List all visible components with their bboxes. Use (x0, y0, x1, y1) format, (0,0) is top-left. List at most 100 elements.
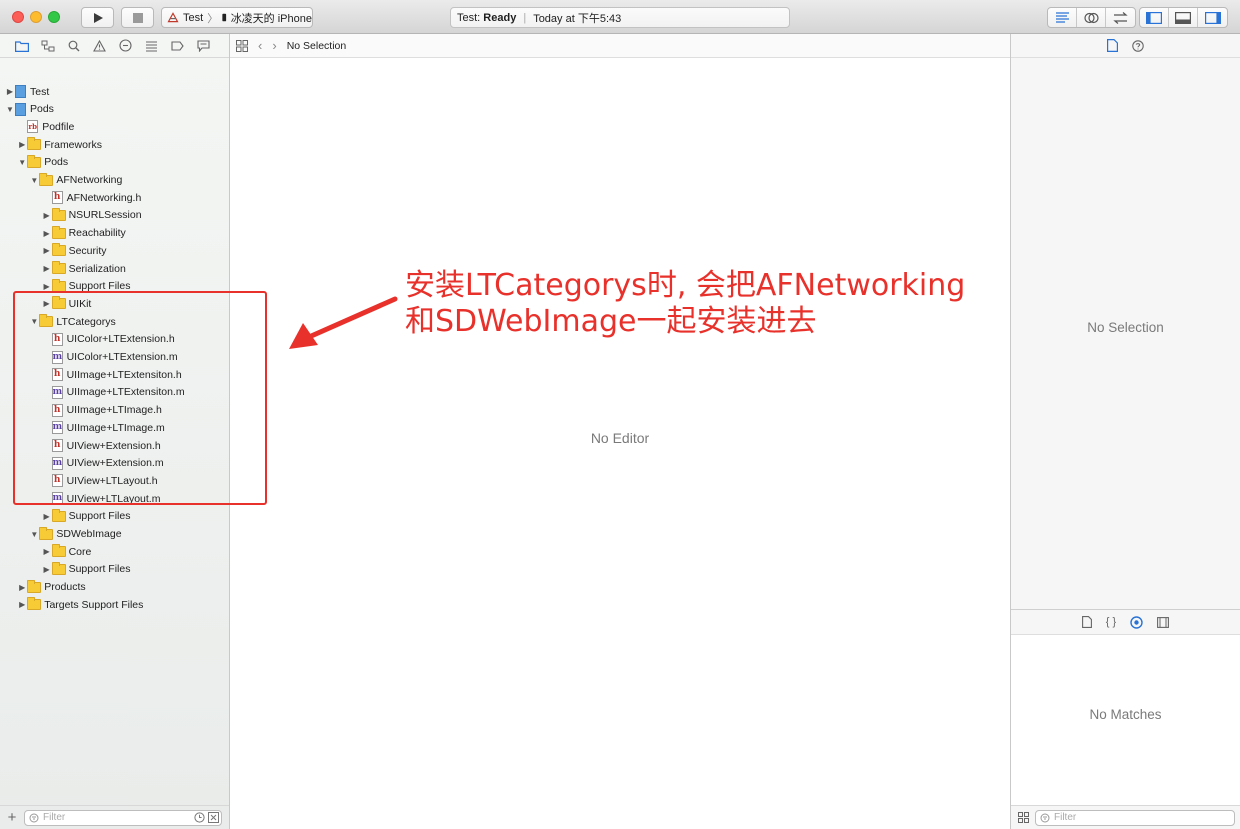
disclosure-collapsed-icon[interactable]: ▶ (42, 547, 52, 556)
toggle-navigator-button[interactable] (1140, 8, 1169, 27)
tree-row[interactable]: rb Podfile (0, 118, 229, 135)
object-library-circle-icon[interactable] (1130, 615, 1143, 629)
folder-icon (27, 597, 42, 611)
tree-row[interactable]: ▼ Pods (0, 154, 229, 171)
report-navigator-chat-icon[interactable] (196, 38, 211, 53)
tree-row[interactable]: ▶ NSURLSession (0, 207, 229, 224)
tree-row[interactable]: ▶ Frameworks (0, 136, 229, 153)
disclosure-collapsed-icon[interactable]: ▶ (17, 600, 27, 609)
activity-viewer: Test: Ready | Today at 下午5:43 (450, 7, 790, 28)
library-filter-bar: Filter (1011, 805, 1240, 829)
toggle-debug-area-button[interactable] (1169, 8, 1198, 27)
version-editor-button[interactable] (1106, 8, 1135, 27)
tree-row[interactable]: ▶ Security (0, 242, 229, 259)
run-button[interactable] (81, 7, 114, 28)
annotation-text: 安装LTCategorys时, 会把AFNetworking 和SDWebIma… (405, 268, 965, 340)
debug-navigator-list-icon[interactable] (144, 38, 159, 53)
folder-icon (51, 561, 66, 575)
left-panel-icon (1146, 11, 1162, 24)
tree-row[interactable]: ▼ Pods (0, 101, 229, 118)
recent-files-clock-icon[interactable] (194, 812, 205, 823)
inspector-selector-bar (1011, 34, 1240, 58)
annotation-arrow-icon (289, 296, 398, 349)
annotation-line-1: 安装LTCategorys时, 会把AFNetworking (405, 268, 966, 303)
disclosure-collapsed-icon[interactable]: ▶ (42, 512, 52, 521)
library-filter-input[interactable]: Filter (1035, 809, 1235, 826)
disclosure-expanded-icon[interactable]: ▼ (17, 158, 27, 167)
tree-row-label: Support Files (68, 510, 131, 523)
tree-row-label: Test (30, 85, 50, 98)
related-items-grid-icon[interactable] (236, 39, 248, 52)
tree-row[interactable]: ▶ Core (0, 543, 229, 560)
jump-bar-label: No Selection (286, 39, 347, 52)
file-inspector-icon[interactable] (1107, 39, 1118, 52)
zoom-window-button[interactable] (48, 11, 60, 23)
stop-button[interactable] (121, 7, 154, 28)
symbol-navigator-icon[interactable] (40, 38, 55, 53)
folder-icon (51, 544, 66, 558)
tree-row[interactable]: ▶ Targets Support Files (0, 596, 229, 613)
project-navigator-folder-icon[interactable] (14, 38, 29, 53)
iphone-icon (222, 13, 227, 22)
scheme-selector[interactable]: Test 〉 冰凌天的 iPhone (161, 7, 313, 28)
tree-row[interactable]: h AFNetworking.h (0, 189, 229, 206)
quick-help-question-icon[interactable] (1132, 39, 1144, 52)
tree-row[interactable]: ▶ Support Files (0, 561, 229, 578)
disclosure-collapsed-icon[interactable]: ▶ (42, 565, 52, 574)
folder-icon (27, 137, 42, 151)
disclosure-collapsed-icon[interactable]: ▶ (42, 211, 52, 220)
find-navigator-search-icon[interactable] (66, 38, 81, 53)
play-icon (93, 12, 103, 23)
tree-row[interactable]: ▶ Reachability (0, 225, 229, 242)
modified-files-icon[interactable] (208, 812, 219, 823)
tree-row-label: Core (68, 545, 92, 558)
tree-row[interactable]: ▶ Serialization (0, 260, 229, 277)
file-template-library-icon[interactable] (1081, 616, 1092, 628)
disclosure-collapsed-icon[interactable]: ▶ (42, 264, 52, 273)
library-grid-view-icon[interactable] (1011, 812, 1035, 823)
standard-editor-icon (1055, 12, 1069, 23)
tree-row-label: Frameworks (44, 138, 102, 151)
editor-area: ‹ › No Selection No Editor (230, 34, 1010, 829)
disclosure-collapsed-icon[interactable]: ▶ (42, 229, 52, 238)
version-editor-icon (1113, 11, 1128, 24)
forward-chevron-icon[interactable]: › (272, 38, 276, 53)
folder-icon (51, 243, 66, 257)
back-chevron-icon[interactable]: ‹ (258, 38, 262, 53)
folder-icon (27, 579, 42, 593)
assistant-editor-button[interactable] (1077, 8, 1106, 27)
disclosure-collapsed-icon[interactable]: ▶ (5, 87, 15, 96)
disclosure-collapsed-icon[interactable]: ▶ (42, 282, 52, 291)
tree-row[interactable]: ▶ Products (0, 579, 229, 596)
tree-row-label: Security (68, 244, 107, 257)
code-snippet-library-braces-icon[interactable]: { } (1106, 616, 1116, 628)
bottom-panel-icon (1175, 11, 1191, 24)
library-no-matches-label: No Matches (1089, 707, 1162, 722)
tree-row[interactable]: ▶ Support Files (0, 508, 229, 525)
disclosure-collapsed-icon[interactable]: ▶ (17, 140, 27, 149)
minimize-window-button[interactable] (30, 11, 42, 23)
tree-row-label: Pods (30, 103, 54, 116)
disclosure-expanded-icon[interactable]: ▼ (29, 176, 39, 185)
disclosure-expanded-icon[interactable]: ▼ (29, 530, 39, 539)
test-navigator-diamond-icon[interactable] (118, 38, 133, 53)
tree-row[interactable]: ▶ Test (0, 83, 229, 100)
library-filter-placeholder: Filter (1054, 812, 1077, 823)
disclosure-expanded-icon[interactable]: ▼ (5, 105, 15, 114)
disclosure-collapsed-icon[interactable]: ▶ (17, 583, 27, 592)
view-toggle-segment (1139, 7, 1228, 28)
media-library-film-icon[interactable] (1157, 616, 1170, 628)
navigator-filter-bar: + Filter (0, 805, 229, 829)
tree-row[interactable]: ▼ SDWebImage (0, 526, 229, 543)
tree-row[interactable]: ▼ AFNetworking (0, 172, 229, 189)
navigator-filter-input[interactable]: Filter (24, 809, 222, 826)
close-window-button[interactable] (12, 11, 24, 23)
toggle-utilities-button[interactable] (1198, 8, 1227, 27)
utilities-area: No Selection { } No Matches Filter (1010, 34, 1240, 829)
filter-icon (29, 813, 39, 822)
add-file-plus-icon[interactable]: + (0, 809, 24, 826)
standard-editor-button[interactable] (1048, 8, 1077, 27)
issue-navigator-warning-icon[interactable] (92, 38, 107, 53)
disclosure-collapsed-icon[interactable]: ▶ (42, 246, 52, 255)
breakpoint-navigator-icon[interactable] (170, 38, 185, 53)
